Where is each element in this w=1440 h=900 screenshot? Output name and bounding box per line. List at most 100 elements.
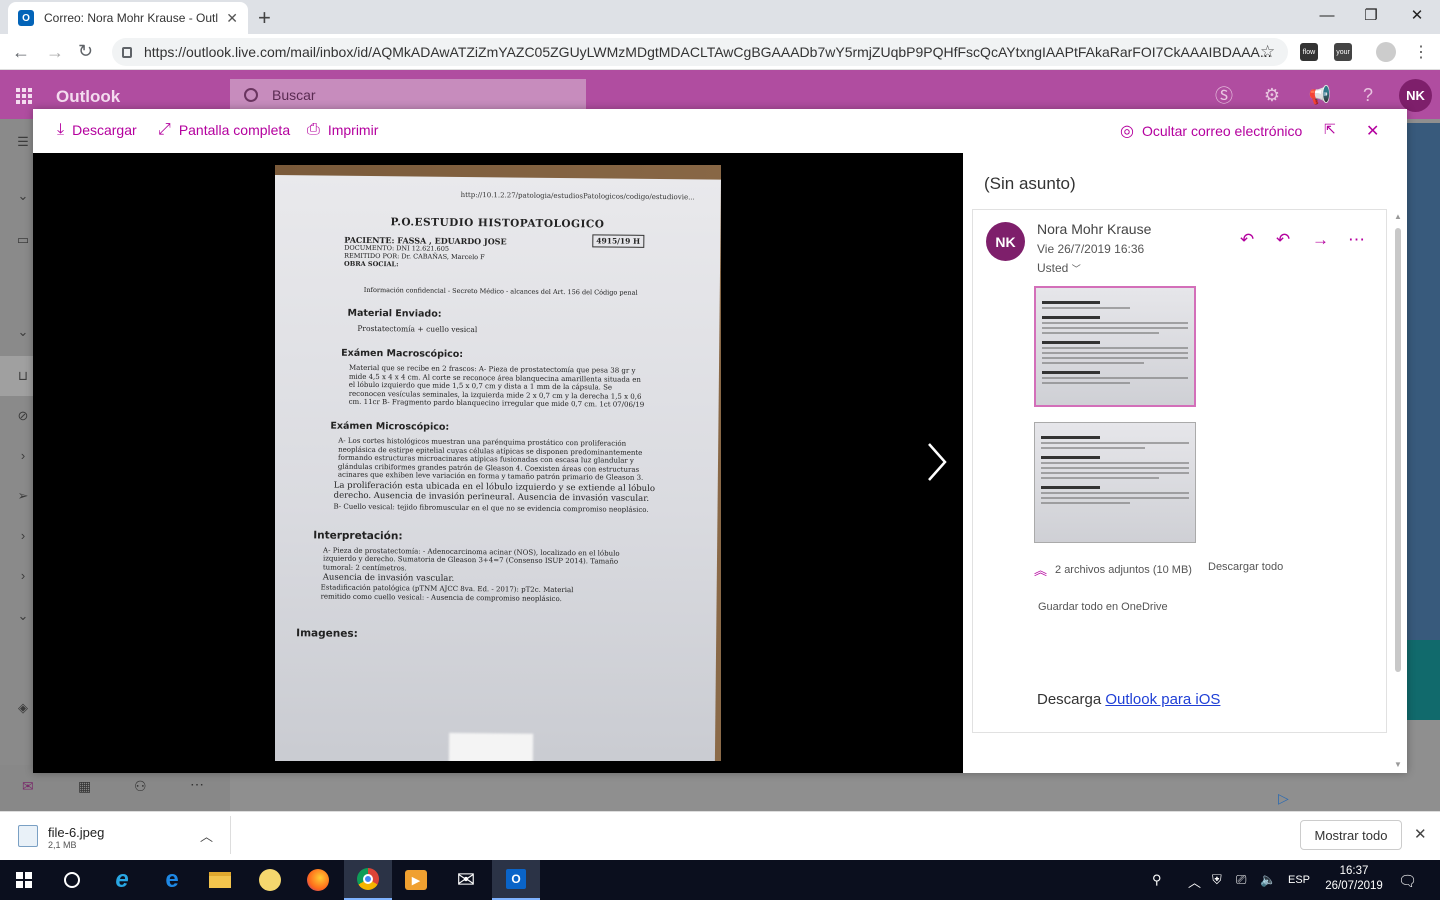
more-apps-icon[interactable]: ⋯ xyxy=(190,776,204,793)
fullscreen-button[interactable]: ⤢ Pantalla completa xyxy=(158,121,290,139)
close-tab-icon[interactable]: ✕ xyxy=(226,10,238,27)
help-icon[interactable]: ? xyxy=(1356,83,1380,107)
chevron-right-icon[interactable]: › xyxy=(14,568,32,586)
attachment-thumbnail-2[interactable] xyxy=(1034,422,1196,543)
scroll-down-icon[interactable]: ▼ xyxy=(1394,760,1402,769)
show-all-downloads-button[interactable]: Mostrar todo xyxy=(1300,820,1402,850)
minimize-button[interactable]: — xyxy=(1304,0,1350,30)
megaphone-icon[interactable]: 📢 xyxy=(1308,83,1332,107)
case-number: 4915/19 H xyxy=(592,234,645,248)
downloads-bar xyxy=(0,811,1440,860)
forward-icon[interactable]: → xyxy=(46,42,64,63)
close-viewer-icon[interactable]: ✕ xyxy=(1366,121,1379,141)
extension-your-icon[interactable]: your xyxy=(1334,43,1352,61)
outlook-app-icon[interactable]: O xyxy=(492,860,540,900)
browser-menu-icon[interactable]: ⋮ xyxy=(1413,42,1429,62)
account-avatar[interactable]: NK xyxy=(1399,79,1432,112)
new-tab-button[interactable]: + xyxy=(258,5,271,31)
forward-message-icon[interactable]: → xyxy=(1312,230,1329,250)
browser-tab[interactable]: O Correo: Nora Mohr Krause - Outl ✕ xyxy=(8,2,248,34)
media-player-icon[interactable]: ▶ xyxy=(392,860,440,900)
micro-text-3: B- Cuello vesical: tejido fibromuscular … xyxy=(333,502,649,514)
app-yellow-icon[interactable] xyxy=(246,860,294,900)
security-tray-icon[interactable]: ⛨ xyxy=(1212,872,1222,888)
download-icon: ⤓ xyxy=(57,121,65,138)
cortana-icon[interactable] xyxy=(48,860,96,900)
blurred-stamp xyxy=(448,732,534,761)
micro-heading: Exámen Microscópico: xyxy=(330,420,450,433)
bookmark-star-icon[interactable]: ☆ xyxy=(1260,42,1275,62)
attachment-thumbnail-1[interactable] xyxy=(1034,286,1196,407)
popout-icon[interactable]: ⇱ xyxy=(1324,121,1336,138)
sender-name[interactable]: Nora Mohr Krause xyxy=(1037,221,1151,237)
outlook-brand[interactable]: Outlook xyxy=(56,87,120,107)
volume-icon[interactable]: 🔈 xyxy=(1260,872,1276,888)
reload-icon[interactable]: ↻ xyxy=(78,41,93,62)
reply-all-icon[interactable]: ↶ xyxy=(1276,230,1290,250)
recipient-dropdown[interactable]: Usted ﹀ xyxy=(1037,261,1081,275)
firefox-icon[interactable] xyxy=(294,860,342,900)
material-text: Prostatectomía + cuello vesical xyxy=(357,323,478,335)
notifications-icon[interactable]: 🗨 xyxy=(1398,872,1417,890)
download-file-name[interactable]: file-6.jpeg xyxy=(48,825,104,840)
more-actions-icon[interactable]: ⋯ xyxy=(1348,230,1365,250)
advertisement-bottom[interactable] xyxy=(1407,640,1440,720)
skype-icon[interactable]: Ⓢ xyxy=(1212,83,1236,107)
chevron-down-icon[interactable]: ⌄ xyxy=(14,324,32,342)
attachments-summary[interactable]: ︽ 2 archivos adjuntos (10 MB) xyxy=(1034,560,1192,579)
download-options-chevron-icon[interactable]: ︿ xyxy=(200,826,213,845)
back-icon[interactable]: ← xyxy=(12,42,30,63)
hamburger-icon[interactable]: ☰ xyxy=(14,134,32,152)
edge-icon[interactable]: e xyxy=(148,860,196,900)
ie-icon[interactable]: e xyxy=(98,860,146,900)
people-tray-icon[interactable]: ⚲ xyxy=(1152,872,1162,888)
folder-icon[interactable]: ▭ xyxy=(14,232,32,250)
message-body-footer: Descarga Outlook para iOS xyxy=(1037,691,1221,708)
advertisement[interactable] xyxy=(1407,123,1440,720)
chevron-right-icon[interactable]: › xyxy=(14,528,32,546)
settings-gear-icon[interactable]: ⚙ xyxy=(1260,83,1284,107)
save-to-onedrive-link[interactable]: Guardar todo en OneDrive xyxy=(1038,601,1168,613)
close-downloads-bar-icon[interactable]: ✕ xyxy=(1414,825,1427,843)
show-hidden-icons-chevron-icon[interactable]: ︿ xyxy=(1188,872,1201,891)
profile-icon[interactable] xyxy=(1376,42,1396,62)
print-button[interactable]: ⎙ Imprimir xyxy=(307,121,378,139)
restore-button[interactable]: ❐ xyxy=(1348,0,1394,30)
download-button[interactable]: ⤓ Descargar xyxy=(57,121,137,139)
chevron-right-icon[interactable]: › xyxy=(14,448,32,466)
chevron-down-icon[interactable]: ⌄ xyxy=(14,188,32,206)
people-icon[interactable]: ⚇ xyxy=(134,778,147,795)
language-indicator[interactable]: ESP xyxy=(1288,874,1310,886)
inbox-icon[interactable]: ⊔ xyxy=(14,368,32,386)
download-all-link[interactable]: Descargar todo xyxy=(1208,561,1283,573)
file-explorer-icon[interactable] xyxy=(196,860,244,900)
reply-icon[interactable]: ↶ xyxy=(1240,230,1254,250)
scroll-up-icon[interactable]: ▲ xyxy=(1394,212,1402,221)
system-clock[interactable]: 16:37 26/07/2019 xyxy=(1318,864,1390,894)
send-icon[interactable]: ➢ xyxy=(14,488,32,506)
macro-heading: Exámen Macroscópico: xyxy=(341,347,464,360)
reading-pane-scrollbar[interactable] xyxy=(1395,228,1401,672)
app-launcher-icon[interactable] xyxy=(16,88,32,104)
calendar-icon[interactable]: ▦ xyxy=(78,778,91,795)
address-bar[interactable]: https://outlook.live.com/mail/inbox/id/A… xyxy=(112,38,1288,66)
search-input[interactable]: Buscar xyxy=(230,79,586,111)
hide-email-button[interactable]: ◎ Ocultar correo electrónico xyxy=(1120,121,1302,141)
mail-icon[interactable]: ✉ xyxy=(22,778,34,795)
outlook-ios-link[interactable]: Outlook para iOS xyxy=(1105,691,1220,708)
sender-avatar[interactable]: NK xyxy=(986,222,1025,261)
extension-flow-icon[interactable]: flow xyxy=(1300,43,1318,61)
junk-icon[interactable]: ⊘ xyxy=(14,408,32,426)
macro-text: Material que se recibe en 2 frascos: A- … xyxy=(348,363,645,410)
next-image-chevron-icon[interactable] xyxy=(925,442,949,482)
mail-app-icon[interactable]: ✉ xyxy=(442,860,490,900)
images-heading: Imagenes: xyxy=(296,626,358,640)
premium-diamond-icon[interactable]: ◈ xyxy=(14,700,32,718)
ad-play-icon[interactable]: ▷ xyxy=(1278,790,1289,807)
doc-url-line: http://10.1.2.27/patologia/estudiosPatol… xyxy=(460,190,695,202)
network-icon[interactable]: ⎚ xyxy=(1236,872,1246,888)
close-window-button[interactable]: ✕ xyxy=(1394,0,1440,30)
chrome-icon[interactable] xyxy=(344,860,392,900)
windows-start-icon[interactable] xyxy=(0,860,48,900)
chevron-down-icon[interactable]: ⌄ xyxy=(14,608,32,626)
